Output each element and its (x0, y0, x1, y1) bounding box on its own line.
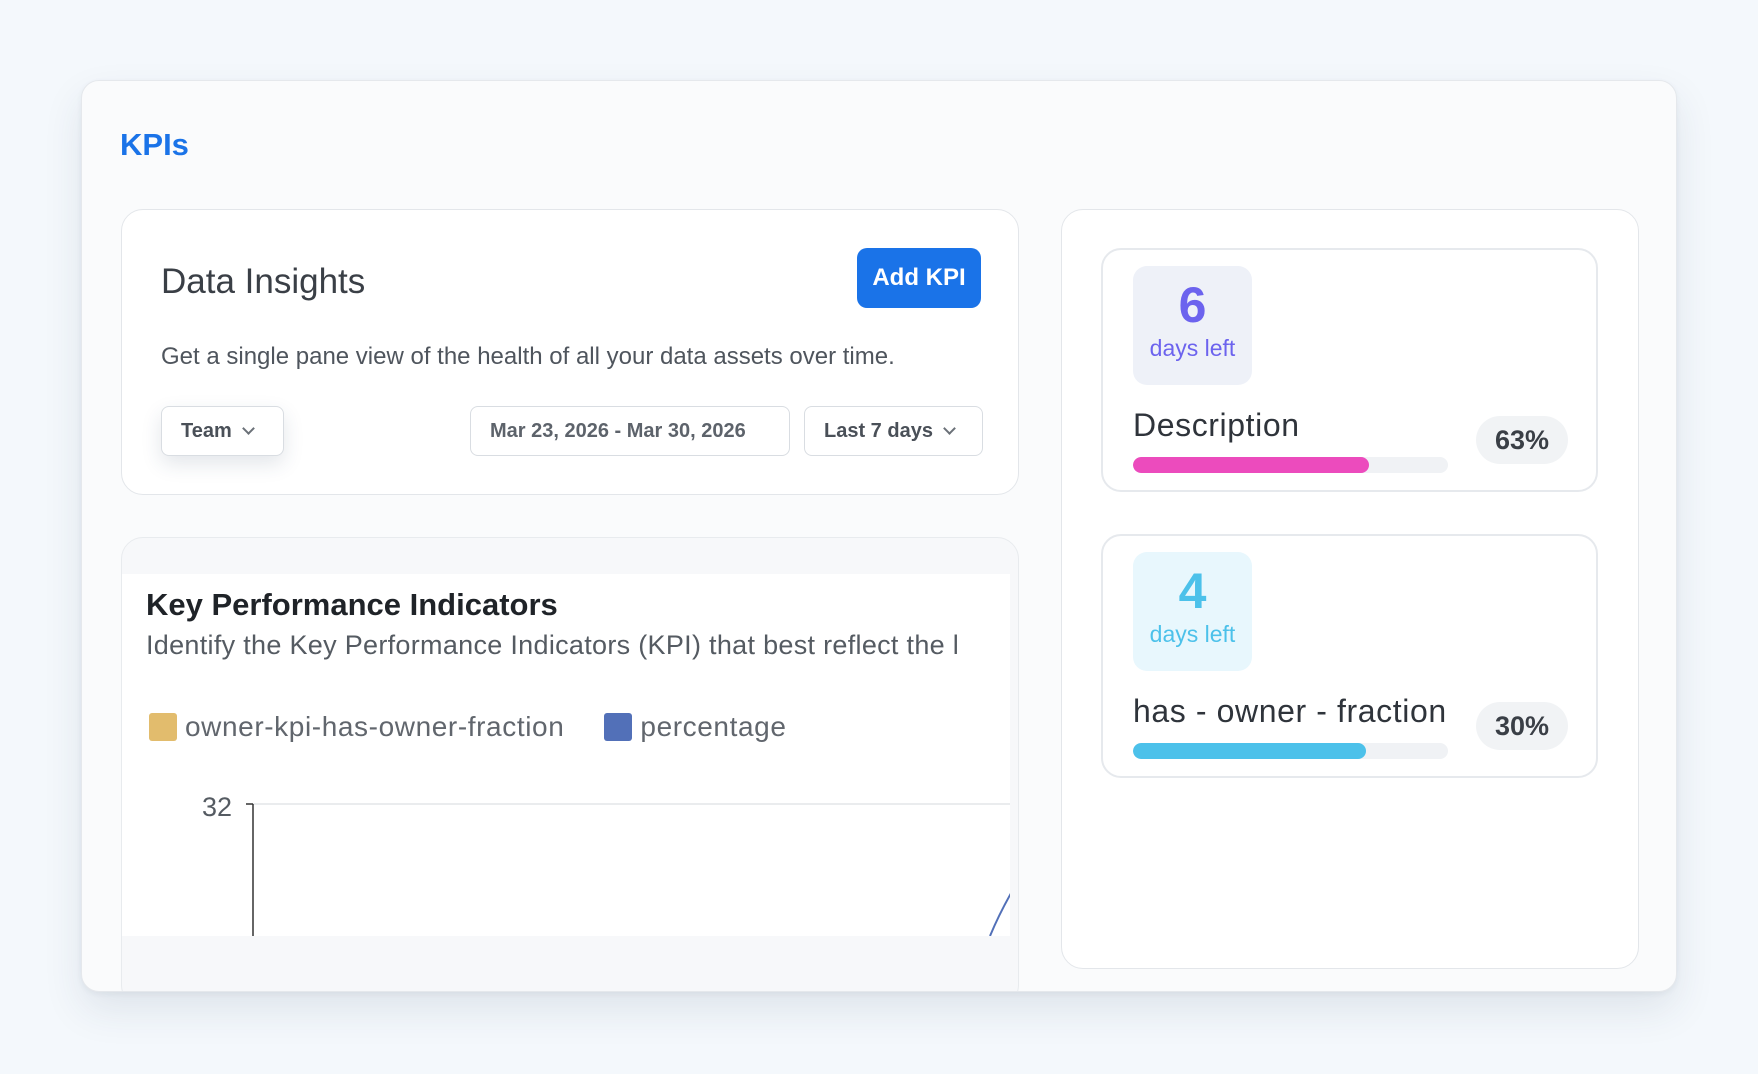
kpi-card-has-owner-fraction[interactable]: 4 days left has - owner - fraction 30% (1101, 534, 1598, 778)
team-dropdown-label: Team (181, 420, 232, 442)
kpi-name: has - owner - fraction (1133, 693, 1447, 729)
days-left-number: 4 (1178, 563, 1207, 619)
days-left-badge: 4 days left (1133, 552, 1252, 671)
kpi-progress-track (1133, 743, 1448, 759)
kpi-line-chart (246, 803, 1010, 936)
kpi-summary-panel: 6 days left Description 63% 4 days left … (1061, 209, 1639, 969)
series-line-percentage (989, 892, 1010, 936)
add-kpi-button[interactable]: Add KPI (857, 248, 981, 308)
kpi-progress-fill (1133, 743, 1367, 759)
kpi-progress-track (1133, 457, 1448, 473)
insights-title: Data Insights (161, 262, 366, 301)
page-background: KPIs Data Insights Add KPI Get a single … (0, 0, 1758, 1074)
kpi-card-description[interactable]: 6 days left Description 63% (1101, 248, 1598, 492)
kpi-percent-badge: 63% (1476, 416, 1568, 464)
kpi-chart-panel: Key Performance Indicators Identify the … (122, 574, 1010, 936)
date-range-label: Mar 23, 2026 - Mar 30, 2026 (490, 420, 746, 442)
kpi-chart-card: Key Performance Indicators Identify the … (121, 537, 1019, 991)
date-range-picker[interactable]: Mar 23, 2026 - Mar 30, 2026 (470, 406, 790, 456)
data-insights-card: Data Insights Add KPI Get a single pane … (121, 209, 1019, 495)
period-dropdown-label: Last 7 days (824, 420, 933, 442)
kpi-name: Description (1133, 407, 1300, 443)
chevron-down-icon (241, 422, 255, 435)
chevron-down-icon (943, 422, 956, 435)
kpi-window: KPIs Data Insights Add KPI Get a single … (81, 80, 1677, 992)
days-left-label: days left (1149, 621, 1236, 647)
period-dropdown[interactable]: Last 7 days (804, 406, 983, 456)
kpi-percent-badge: 30% (1476, 702, 1568, 750)
days-left-badge: 6 days left (1133, 266, 1252, 385)
kpi-progress-fill (1133, 457, 1370, 473)
page-title: KPIs (120, 127, 189, 162)
days-left-label: days left (1149, 335, 1236, 361)
team-dropdown[interactable]: Team (161, 406, 284, 456)
insights-subtitle: Get a single pane view of the health of … (161, 343, 895, 370)
days-left-number: 6 (1178, 277, 1207, 333)
